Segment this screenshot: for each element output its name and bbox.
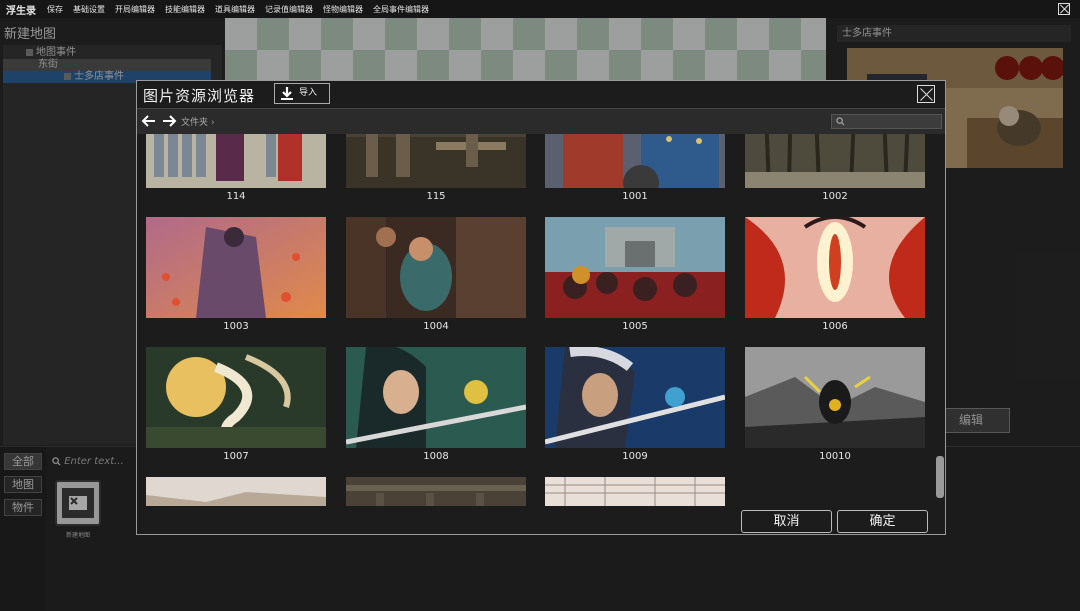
image-caption: 115	[426, 191, 446, 202]
menu-skill-editor[interactable]: 技能编辑器	[160, 4, 210, 15]
import-label: 导入	[299, 88, 318, 98]
image-caption: 1001	[622, 191, 648, 202]
search-icon	[836, 117, 845, 126]
image-thumbnail	[146, 134, 326, 188]
image-caption: 1003	[223, 321, 249, 332]
window-close-icon[interactable]	[1058, 3, 1070, 15]
app-window: 浮生录 保存 基础设置 开局编辑器 技能编辑器 道具编辑器 记录值编辑器 怪物编…	[0, 0, 1080, 611]
image-grid: 114 115 1001 1002 1003 1004 1005 1006 10…	[137, 134, 934, 506]
cancel-button[interactable]: 取消	[741, 510, 832, 533]
confirm-button[interactable]: 确定	[837, 510, 928, 533]
menu-global-event-editor[interactable]: 全局事件编辑器	[368, 4, 434, 15]
image-thumbnail	[545, 477, 725, 506]
grid-scrollbar[interactable]	[934, 134, 945, 506]
image-thumbnail	[346, 347, 526, 448]
image-caption: 1002	[822, 191, 848, 202]
scrollbar-thumb[interactable]	[936, 456, 944, 498]
image-caption: 114	[226, 191, 246, 202]
image-thumbnail	[146, 477, 326, 506]
image-thumbnail	[545, 217, 725, 318]
image-thumbnail	[146, 347, 326, 448]
image-thumbnail	[745, 217, 925, 318]
image-caption: 1007	[223, 451, 249, 462]
image-thumbnail	[745, 347, 925, 448]
path-bar: 文件夹 ›	[137, 108, 945, 134]
dialog-search-input[interactable]	[831, 114, 942, 129]
menu-record-editor[interactable]: 记录值编辑器	[260, 4, 318, 15]
menu-monster-editor[interactable]: 怪物编辑器	[318, 4, 368, 15]
menu-bar: 浮生录 保存 基础设置 开局编辑器 技能编辑器 道具编辑器 记录值编辑器 怪物编…	[0, 0, 1080, 18]
dialog-title: 图片资源浏览器	[143, 87, 256, 105]
download-icon	[281, 87, 293, 100]
forward-arrow-icon[interactable]	[161, 113, 177, 129]
image-thumbnail	[745, 134, 925, 188]
image-caption: 1004	[423, 321, 449, 332]
image-thumbnail	[545, 347, 725, 448]
app-name: 浮生录	[6, 5, 36, 17]
menu-item-editor[interactable]: 道具编辑器	[210, 4, 260, 15]
image-caption: 10010	[819, 451, 851, 462]
chevron-right-icon: ›	[210, 118, 215, 128]
image-thumbnail	[146, 217, 326, 318]
image-caption: 1006	[822, 321, 848, 332]
breadcrumb[interactable]: 文件夹 ›	[181, 115, 215, 128]
image-caption: 1005	[622, 321, 648, 332]
import-button[interactable]: 导入	[274, 83, 330, 104]
image-caption: 1009	[622, 451, 648, 462]
dialog-close-icon[interactable]	[917, 85, 935, 103]
menu-opening-editor[interactable]: 开局编辑器	[110, 4, 160, 15]
image-thumbnail	[346, 134, 526, 188]
back-arrow-icon[interactable]	[141, 113, 157, 129]
menu-basic-settings[interactable]: 基础设置	[68, 4, 110, 15]
image-thumbnail	[346, 477, 526, 506]
image-thumbnail	[346, 217, 526, 318]
menu-save[interactable]: 保存	[42, 4, 68, 15]
image-thumbnail	[545, 134, 725, 188]
image-browser-dialog: 图片资源浏览器 导入 文件夹 › 114 115 1001 1002 1003 …	[136, 80, 946, 535]
image-caption: 1008	[423, 451, 449, 462]
